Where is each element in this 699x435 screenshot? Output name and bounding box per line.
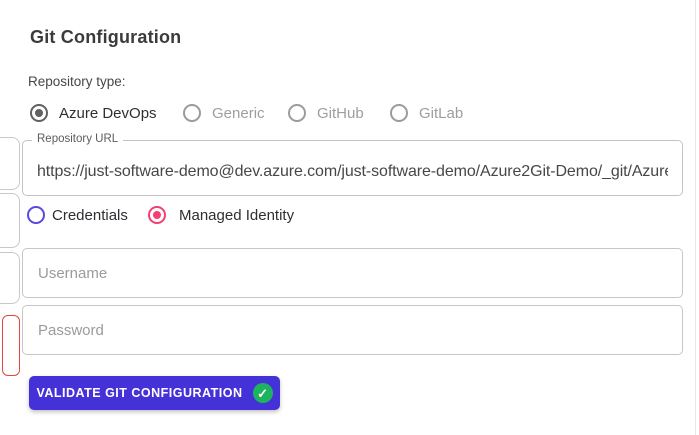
- validate-git-configuration-button[interactable]: VALIDATE GIT CONFIGURATION ✓: [29, 376, 280, 410]
- radio-managed-identity[interactable]: Managed Identity: [148, 206, 294, 224]
- radio-unselected-icon: [27, 206, 45, 224]
- radio-github[interactable]: GitHub: [288, 104, 364, 122]
- password-input[interactable]: [23, 306, 682, 354]
- validate-button-label: VALIDATE GIT CONFIGURATION: [36, 386, 243, 400]
- radio-unselected-icon: [288, 104, 306, 122]
- radio-github-label: GitHub: [317, 104, 364, 122]
- radio-gitlab[interactable]: GitLab: [390, 104, 463, 122]
- radio-unselected-icon: [390, 104, 408, 122]
- radio-selected-icon: [30, 104, 48, 122]
- radio-managed-identity-label: Managed Identity: [179, 206, 295, 224]
- panel-divider: [695, 0, 696, 435]
- page-title: Git Configuration: [30, 27, 182, 47]
- password-field: [22, 305, 683, 355]
- cropped-field-fragment-3: [0, 252, 20, 304]
- cropped-error-field-fragment: [2, 315, 20, 376]
- radio-credentials[interactable]: Credentials: [27, 206, 128, 224]
- radio-azure-devops[interactable]: Azure DevOps: [30, 104, 157, 122]
- check-glyph: ✓: [257, 385, 268, 401]
- radio-selected-icon: [148, 206, 166, 224]
- username-field: [22, 248, 683, 298]
- radio-credentials-label: Credentials: [52, 206, 128, 224]
- radio-generic[interactable]: Generic: [183, 104, 265, 122]
- radio-generic-label: Generic: [212, 104, 265, 122]
- repository-url-input[interactable]: [23, 141, 682, 195]
- repository-type-label: Repository type:: [28, 74, 126, 89]
- repository-url-field: Repository URL: [22, 133, 683, 196]
- cropped-field-fragment-2: [0, 193, 20, 248]
- cropped-field-fragment-1: [0, 137, 20, 190]
- radio-azure-devops-label: Azure DevOps: [59, 104, 157, 122]
- check-circle-icon: ✓: [252, 383, 273, 403]
- radio-unselected-icon: [183, 104, 201, 122]
- username-input[interactable]: [23, 249, 682, 297]
- radio-gitlab-label: GitLab: [419, 104, 464, 122]
